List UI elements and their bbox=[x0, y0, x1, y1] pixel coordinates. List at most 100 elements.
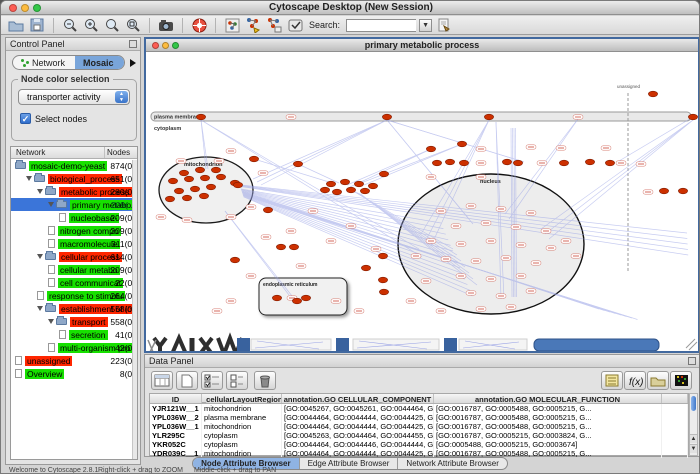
folder-icon bbox=[56, 318, 67, 325]
network-canvas[interactable]: plasma membranecytoplasmmitochondrionnuc… bbox=[146, 52, 698, 351]
matrix-icon[interactable] bbox=[670, 371, 692, 390]
network-tree-row[interactable]: response to stimulu264(0) bbox=[11, 289, 137, 302]
table-cell: [GO:0016787, GO:0005488, GO:0005215, G..… bbox=[434, 404, 662, 413]
table-cell: cytoplasm bbox=[202, 440, 282, 449]
float-panel-icon[interactable] bbox=[129, 40, 137, 48]
table-row[interactable]: YLR295Ccytoplasm[GO:0045263, GO:0044464,… bbox=[150, 431, 688, 440]
search-dropdown-arrow[interactable]: ▼ bbox=[419, 19, 432, 32]
tab-overflow-arrow[interactable] bbox=[130, 59, 136, 67]
select-attributes-icon[interactable] bbox=[201, 371, 223, 390]
save-icon[interactable] bbox=[28, 17, 46, 33]
network-file-icon bbox=[15, 356, 22, 365]
table-row[interactable]: YKR052Ccytoplasm[GO:0044464, GO:0044446,… bbox=[150, 440, 688, 449]
table-cell bbox=[662, 422, 688, 431]
table-cell: plasma membrane bbox=[202, 413, 282, 422]
network-tree-row[interactable]: cell communicat22(0) bbox=[11, 276, 137, 289]
search-input[interactable] bbox=[346, 19, 416, 32]
svg-text:f(x): f(x) bbox=[629, 377, 643, 387]
scroll-down-icon[interactable]: ▼ bbox=[690, 444, 697, 453]
open-icon[interactable] bbox=[7, 17, 25, 33]
network-tree-row[interactable]: Overview8(0) bbox=[11, 367, 137, 380]
delete-attribute-icon[interactable] bbox=[254, 371, 276, 390]
expand-triangle-icon[interactable] bbox=[48, 319, 54, 324]
network-tree-row[interactable]: biological_process651(0) bbox=[11, 172, 137, 185]
table-cell: [GO:0016787, GO:0005488, GO:0005215, G..… bbox=[434, 413, 662, 422]
tree-row-label: mosaic-demo-yeast bbox=[29, 161, 107, 171]
vizmapper-icon[interactable] bbox=[286, 17, 304, 33]
function-builder-icon[interactable]: f(x) bbox=[624, 371, 646, 390]
table-cell: mitochondrion bbox=[202, 404, 282, 413]
tree-scrollbar[interactable] bbox=[132, 160, 137, 459]
network-view-titlebar[interactable]: primary metabolic process bbox=[146, 39, 698, 52]
unselect-attributes-icon[interactable] bbox=[226, 371, 248, 390]
expand-triangle-icon[interactable] bbox=[37, 306, 43, 311]
help-icon[interactable] bbox=[190, 17, 208, 33]
network-tree: Network Nodes mosaic-demo-yeast874(0)bio… bbox=[10, 146, 138, 460]
expand-triangle-icon[interactable] bbox=[37, 189, 43, 194]
new-attribute-icon[interactable] bbox=[176, 371, 198, 390]
network-tree-row[interactable]: nitrogen compo209(0) bbox=[11, 224, 137, 237]
network-tree-row[interactable]: mosaic-demo-yeast874(0) bbox=[11, 159, 137, 172]
table-cell: YPL036W__1 bbox=[150, 422, 202, 431]
zoom-in-icon[interactable] bbox=[82, 17, 100, 33]
snapshot-icon[interactable] bbox=[157, 17, 175, 33]
table-cell: [GO:0044464, GO:0044446, GO:0044444, G..… bbox=[282, 440, 434, 449]
network-file-icon bbox=[48, 343, 55, 352]
import-network-icon[interactable] bbox=[244, 17, 262, 33]
attribute-table-header[interactable]: ID _cellularLayoutRegion annotation.GO C… bbox=[150, 394, 688, 404]
dropdown-stepper-icon: ▲▼ bbox=[115, 91, 128, 103]
table-row[interactable]: YJR121W__1mitochondrion[GO:0045267, GO:0… bbox=[150, 404, 688, 413]
cytoscape-window: Cytoscape Desktop (New Session) Search: … bbox=[0, 0, 700, 474]
table-cell: [GO:0045263, GO:0044464, GO:0044455, G..… bbox=[282, 431, 434, 440]
network-tree-row[interactable]: multi-organism pro42(0) bbox=[11, 341, 137, 354]
network-view-window: primary metabolic process plasma membran… bbox=[144, 37, 700, 353]
table-cell: [GO:0016787, GO:0005488, GO:0005215, G..… bbox=[434, 422, 662, 431]
expand-triangle-icon[interactable] bbox=[26, 176, 32, 181]
attribute-list-icon[interactable] bbox=[601, 371, 623, 390]
network-tree-row[interactable]: metabolic process280(0) bbox=[11, 185, 137, 198]
expand-triangle-icon[interactable] bbox=[48, 202, 54, 207]
status-message: Welcome to Cytoscape 2.8.1 bbox=[9, 467, 98, 474]
grid-icon[interactable] bbox=[151, 371, 173, 390]
import-attributes-icon[interactable] bbox=[265, 17, 283, 33]
expand-triangle-icon[interactable] bbox=[37, 254, 43, 259]
tree-row-label: unassigned bbox=[25, 356, 72, 366]
color-attribute-dropdown[interactable]: transporter activity ▲▼ bbox=[18, 89, 130, 105]
network-tree-row[interactable]: macromolecule311(0) bbox=[11, 237, 137, 250]
new-network-icon[interactable] bbox=[223, 17, 241, 33]
network-file-icon bbox=[48, 239, 55, 248]
folder-icon bbox=[45, 305, 56, 312]
network-tree-row[interactable]: unassigned223(0) bbox=[11, 354, 137, 367]
network-tree-row[interactable]: cellular metabo209(0) bbox=[11, 263, 137, 276]
network-tree-row[interactable]: establishment of lo558(0) bbox=[11, 302, 137, 315]
network-tree-row[interactable]: nucleobase-209(0) bbox=[11, 211, 137, 224]
group-title: Node color selection bbox=[18, 74, 113, 84]
table-row[interactable]: YPL036W__1mitochondrion[GO:0044464, GO:0… bbox=[150, 422, 688, 431]
table-cell: [GO:0005488, GO:0005215, GO:0003674] bbox=[434, 440, 662, 449]
network-graph[interactable]: plasma membranecytoplasmmitochondrionnuc… bbox=[146, 52, 698, 351]
zoom-fit-icon[interactable] bbox=[124, 17, 142, 33]
network-tab-icon bbox=[21, 59, 29, 67]
table-scrollbar[interactable]: ▲ ▼ bbox=[689, 393, 698, 456]
canvas-bottom-strip bbox=[148, 338, 697, 351]
network-tree-row[interactable]: cellular process614(0) bbox=[11, 250, 137, 263]
network-tree-row[interactable]: transport558(0) bbox=[11, 315, 137, 328]
tab-network[interactable]: Network bbox=[13, 56, 75, 69]
zoom-out-icon[interactable] bbox=[61, 17, 79, 33]
tab-mosaic[interactable]: Mosaic bbox=[75, 56, 124, 69]
network-tree-row[interactable]: secretion41(0) bbox=[11, 328, 137, 341]
table-scrollbar-thumb[interactable] bbox=[691, 396, 696, 411]
select-nodes-checkbox[interactable]: ✓ bbox=[20, 113, 31, 124]
zoom-selected-icon[interactable] bbox=[103, 17, 121, 33]
table-row[interactable]: YPL036W__2plasma membrane[GO:0044464, GO… bbox=[150, 413, 688, 422]
scroll-up-icon[interactable]: ▲ bbox=[690, 434, 697, 443]
network-view-title: primary metabolic process bbox=[146, 40, 698, 50]
network-tree-row[interactable]: primary metabo209(... bbox=[11, 198, 137, 211]
window-titlebar[interactable]: Cytoscape Desktop (New Session) bbox=[1, 1, 700, 15]
data-panel: Data Panel f(x) ID _cellularLayoutRegion… bbox=[144, 354, 700, 457]
network-file-icon bbox=[48, 226, 55, 235]
table-cell bbox=[662, 431, 688, 440]
search-config-icon[interactable] bbox=[435, 17, 453, 33]
import-attributes-icon[interactable] bbox=[647, 371, 669, 390]
float-data-panel-icon[interactable] bbox=[688, 357, 696, 365]
